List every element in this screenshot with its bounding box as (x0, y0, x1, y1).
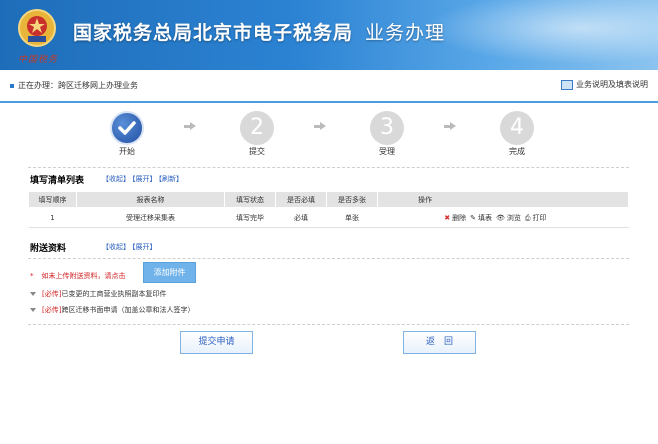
delete-link[interactable]: ✖ 删除 (443, 214, 467, 222)
header-banner: 中国税务 国家税务总局北京市电子税务局 业务办理 (0, 0, 658, 70)
step-4-circle: 4 (500, 111, 534, 145)
expand-link[interactable]: 【展开】 (132, 243, 157, 251)
fill-list-table: 填写顺序 报表名称 填写状态 是否必填 是否多张 操作 1 受理迁移采集表 填写… (28, 191, 629, 228)
step-arrow-icon (190, 122, 196, 130)
divider (28, 324, 629, 325)
view-link[interactable]: 👁 浏览 (495, 214, 522, 222)
column-header: 是否多张 (326, 191, 378, 208)
printer-icon: ⎙ (524, 213, 531, 222)
attachment-note: * 如未上传附送资料，请点击 (30, 272, 126, 280)
report-name-cell: 受理迁移采集表 (76, 207, 225, 228)
attachments-links: 【收起】 【展开】 (102, 242, 159, 252)
column-header: 填写顺序 (28, 191, 77, 208)
check-icon (118, 121, 136, 135)
collapse-link[interactable]: 【收起】 (102, 243, 130, 251)
required-cell: 必填 (275, 207, 327, 228)
attachment-item[interactable]: [必传]已变更的工商营业执照副本复印件 (30, 289, 166, 299)
submit-button[interactable]: 提交申请 (180, 331, 253, 354)
table-row: 1 受理迁移采集表 填写完毕 必填 单张 ✖ 删除 ✎ 填表 👁 浏览 ⎙ 打印 (28, 207, 629, 228)
step-arrow-icon (320, 122, 326, 130)
breadcrumb-bar: 正在办理：跨区迁移网上办理业务 业务说明及填表说明 (0, 70, 658, 103)
logo-text: 中国税务 (18, 55, 59, 65)
pencil-icon: ✎ (470, 213, 476, 222)
book-icon (561, 79, 573, 90)
collapse-link[interactable]: 【收起】 (102, 175, 130, 183)
column-header: 操作 (377, 191, 629, 208)
eye-icon: 👁 (496, 213, 505, 222)
expand-arrow-icon (30, 292, 36, 296)
step-arrow-icon (450, 122, 456, 130)
step-4-label: 完成 (509, 147, 525, 156)
column-header: 是否必填 (275, 191, 327, 208)
print-link[interactable]: ⎙ 打印 (524, 214, 548, 222)
step-3-label: 受理 (379, 147, 395, 156)
attachments-title: 附送资料 (30, 244, 67, 254)
step-2-circle: 2 (240, 111, 274, 145)
divider (28, 167, 629, 168)
expand-link[interactable]: 【展开】 (132, 175, 157, 183)
multi-cell: 单张 (326, 207, 378, 228)
column-header: 报表名称 (76, 191, 225, 208)
page-subtitle: 业务办理 (365, 22, 446, 44)
back-button[interactable]: 返 回 (403, 331, 476, 354)
help-link[interactable]: 业务说明及填表说明 (561, 79, 648, 90)
bullet-icon (10, 83, 14, 88)
fill-link[interactable]: ✎ 填表 (469, 214, 493, 222)
refresh-link[interactable]: 【刷新】 (159, 175, 184, 183)
page-title: 国家税务总局北京市电子税务局 业务办理 (73, 22, 446, 44)
delete-icon: ✖ (444, 213, 451, 222)
table-header-row: 填写顺序 报表名称 填写状态 是否必填 是否多张 操作 (28, 191, 629, 208)
tax-emblem-icon (18, 9, 56, 47)
order-cell: 1 (28, 207, 77, 228)
column-header: 填写状态 (224, 191, 276, 208)
fill-list-title: 填写清单列表 (30, 176, 85, 186)
fill-list-links: 【收起】 【展开】 【刷新】 (102, 174, 185, 184)
step-2-label: 提交 (249, 147, 265, 156)
step-1-label: 开始 (119, 147, 135, 156)
add-attachment-button[interactable]: 添加附件 (143, 262, 196, 283)
breadcrumb: 正在办理：跨区迁移网上办理业务 (10, 80, 138, 91)
attachment-item[interactable]: [必传]跨区迁移书面申请（加盖公章和法人签字） (30, 305, 194, 315)
status-cell: 填写完毕 (224, 207, 276, 228)
divider (28, 258, 629, 259)
step-3-circle: 3 (370, 111, 404, 145)
operations-cell: ✖ 删除 ✎ 填表 👁 浏览 ⎙ 打印 (377, 207, 629, 228)
expand-arrow-icon (30, 308, 36, 312)
step-1-circle (110, 111, 144, 145)
